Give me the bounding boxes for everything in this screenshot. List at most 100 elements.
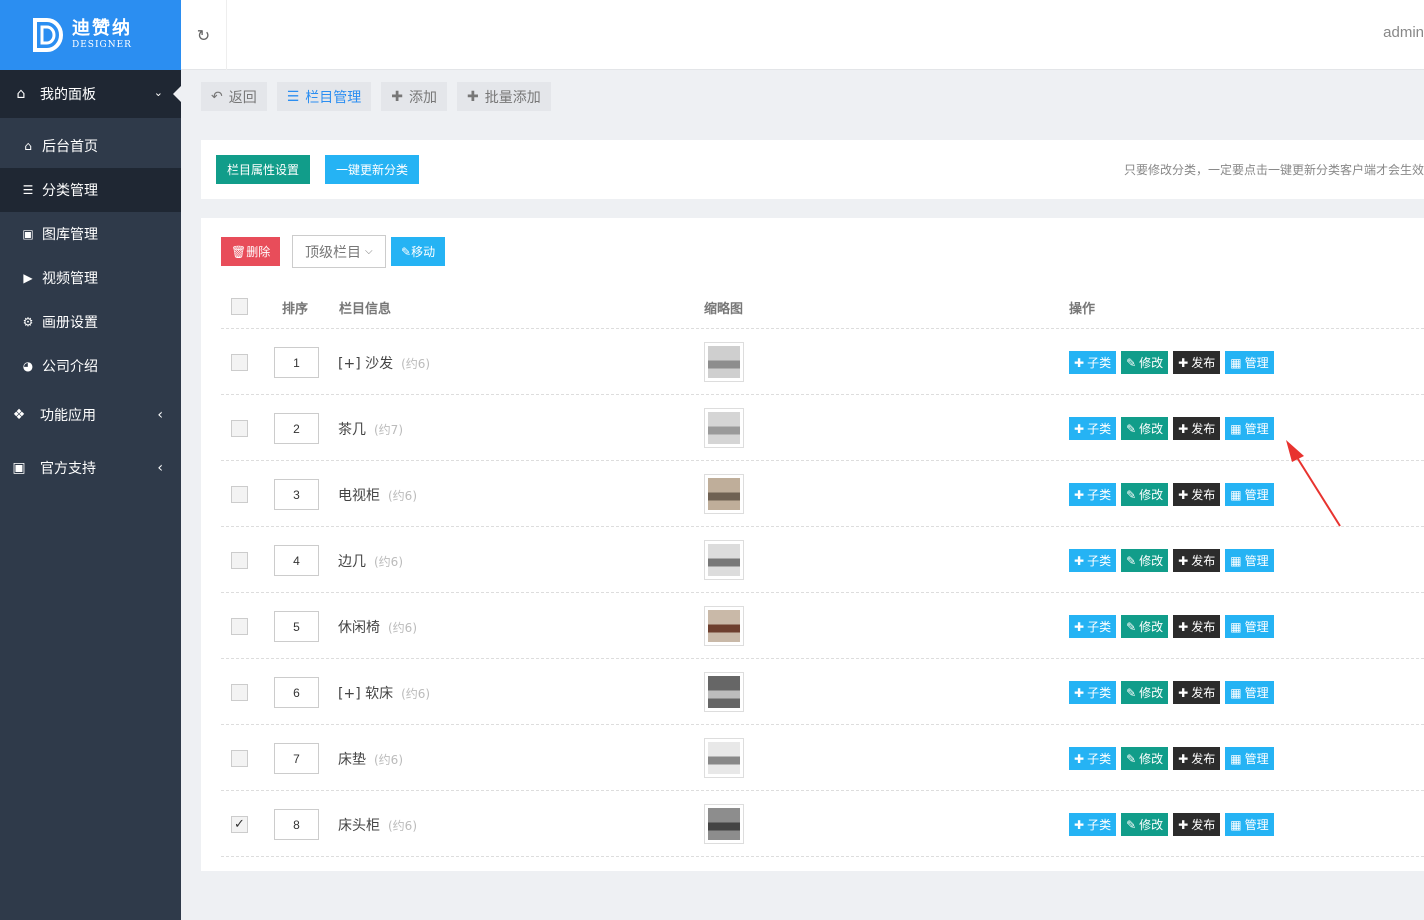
attr-settings-button[interactable]: 栏目属性设置 xyxy=(216,155,311,184)
sidebar-item-category[interactable]: ☰ 分类管理 xyxy=(0,168,181,212)
category-name[interactable]: 边几 (约6) xyxy=(338,551,403,571)
category-thumbnail[interactable] xyxy=(704,342,744,382)
category-thumbnail[interactable] xyxy=(704,540,744,580)
category-name[interactable]: [+] 软床 (约6) xyxy=(338,683,430,703)
row-checkbox[interactable] xyxy=(231,354,248,371)
category-thumbnail[interactable] xyxy=(704,474,744,514)
category-thumbnail[interactable] xyxy=(704,738,744,778)
edit-button[interactable]: ✎ 修改 xyxy=(1121,615,1169,638)
brand-name: 迪赞纳 xyxy=(72,18,132,39)
publish-button[interactable]: ✚ 发布 xyxy=(1173,813,1221,836)
category-thumbnail[interactable] xyxy=(704,408,744,448)
manage-button[interactable]: ▦ 管理 xyxy=(1225,615,1274,638)
sidebar-group-features[interactable]: ❖ 功能应用 ‹ xyxy=(0,388,181,441)
category-title: [+] 沙发 xyxy=(338,356,394,372)
sidebar-item-gallery[interactable]: ▣ 图库管理 xyxy=(0,212,181,256)
back-button[interactable]: ↶ 返回 xyxy=(201,82,267,111)
category-name[interactable]: 茶几 (约7) xyxy=(338,419,403,439)
sidebar-item-album-settings[interactable]: ⚙ 画册设置 xyxy=(0,300,181,344)
edit-button[interactable]: ✎ 修改 xyxy=(1121,351,1169,374)
category-name[interactable]: [+] 沙发 (约6) xyxy=(338,353,430,373)
manage-button[interactable]: ▦ 管理 xyxy=(1225,549,1274,572)
category-name[interactable]: 床头柜 (约6) xyxy=(338,815,417,835)
op-label: 修改 xyxy=(1139,818,1164,832)
sidebar-item-label: 公司介绍 xyxy=(42,359,98,375)
sidebar-group-support[interactable]: ▣ 官方支持 ‹ xyxy=(0,441,181,494)
add-subcategory-button[interactable]: ✚ 子类 xyxy=(1069,549,1117,572)
publish-button[interactable]: ✚ 发布 xyxy=(1173,351,1221,374)
parent-column-select[interactable]: 顶级栏目 ⌵ xyxy=(292,235,386,268)
add-subcategory-button[interactable]: ✚ 子类 xyxy=(1069,681,1117,704)
manage-button[interactable]: ▦ 管理 xyxy=(1225,351,1274,374)
user-name[interactable]: admin xyxy=(1383,24,1424,41)
category-name[interactable]: 床垫 (约6) xyxy=(338,749,403,769)
add-subcategory-button[interactable]: ✚ 子类 xyxy=(1069,813,1117,836)
add-subcategory-button[interactable]: ✚ 子类 xyxy=(1069,417,1117,440)
sidebar-top-my-panel[interactable]: ⌂ 我的面板 ⌄ xyxy=(0,70,181,118)
order-input[interactable]: 5 xyxy=(274,611,319,642)
batch-add-button[interactable]: ✚ 批量添加 xyxy=(457,82,551,111)
category-thumbnail[interactable] xyxy=(704,606,744,646)
publish-button[interactable]: ✚ 发布 xyxy=(1173,681,1221,704)
add-button[interactable]: ✚ 添加 xyxy=(381,82,448,111)
delete-button[interactable]: 🗑 删除 xyxy=(221,237,281,266)
brand-logo[interactable]: 迪赞纳 DESIGNER xyxy=(0,0,181,70)
sidebar-item-video[interactable]: ▶ 视频管理 xyxy=(0,256,181,300)
grid-icon: ▦ xyxy=(1230,421,1242,436)
sidebar-item-company[interactable]: ◕ 公司介绍 xyxy=(0,344,181,388)
column-manage-button[interactable]: ☰ 栏目管理 xyxy=(276,82,372,111)
row-checkbox[interactable] xyxy=(231,618,248,635)
category-name[interactable]: 休闲椅 (约6) xyxy=(338,617,417,637)
row-checkbox[interactable] xyxy=(231,420,248,437)
edit-button[interactable]: ✎ 修改 xyxy=(1121,549,1169,572)
edit-button[interactable]: ✎ 修改 xyxy=(1121,813,1169,836)
publish-button[interactable]: ✚ 发布 xyxy=(1173,615,1221,638)
manage-button[interactable]: ▦ 管理 xyxy=(1225,681,1274,704)
manage-button[interactable]: ▦ 管理 xyxy=(1225,813,1274,836)
row-checkbox[interactable] xyxy=(231,750,248,767)
manage-button[interactable]: ▦ 管理 xyxy=(1225,747,1274,770)
row-checkbox[interactable]: ✓ xyxy=(231,816,248,833)
sidebar-top-label: 我的面板 xyxy=(40,87,96,103)
category-name[interactable]: 电视柜 (约6) xyxy=(338,485,417,505)
edit-button[interactable]: ✎ 修改 xyxy=(1121,681,1169,704)
publish-button[interactable]: ✚ 发布 xyxy=(1173,549,1221,572)
add-subcategory-button[interactable]: ✚ 子类 xyxy=(1069,351,1117,374)
move-button[interactable]: ✎ 移动 xyxy=(391,237,446,266)
add-subcategory-button[interactable]: ✚ 子类 xyxy=(1069,615,1117,638)
order-input[interactable]: 7 xyxy=(274,743,319,774)
select-all-checkbox[interactable] xyxy=(231,298,248,315)
publish-button[interactable]: ✚ 发布 xyxy=(1173,417,1221,440)
refresh-icon[interactable]: ↻ xyxy=(181,0,227,70)
order-input[interactable]: 1 xyxy=(274,347,319,378)
category-title: 茶几 xyxy=(338,422,366,438)
row-checkbox[interactable] xyxy=(231,552,248,569)
op-label: 发布 xyxy=(1191,422,1216,436)
row-checkbox[interactable] xyxy=(231,684,248,701)
thumbnail-image xyxy=(708,346,740,378)
delete-label: 删除 xyxy=(246,245,271,259)
add-subcategory-button[interactable]: ✚ 子类 xyxy=(1069,483,1117,506)
edit-button[interactable]: ✎ 修改 xyxy=(1121,747,1169,770)
add-subcategory-button[interactable]: ✚ 子类 xyxy=(1069,747,1117,770)
row-checkbox[interactable] xyxy=(231,486,248,503)
order-input[interactable]: 4 xyxy=(274,545,319,576)
category-thumbnail[interactable] xyxy=(704,672,744,712)
grid-icon: ▦ xyxy=(1230,487,1242,502)
manage-button[interactable]: ▦ 管理 xyxy=(1225,417,1274,440)
op-label: 修改 xyxy=(1139,488,1164,502)
update-categories-button[interactable]: 一键更新分类 xyxy=(325,155,420,184)
order-input[interactable]: 6 xyxy=(274,677,319,708)
manage-button[interactable]: ▦ 管理 xyxy=(1225,483,1274,506)
category-actions-panel: 栏目属性设置 一键更新分类 只要修改分类，一定要点击一键更新分类客户端才会生效 xyxy=(201,140,1424,199)
plus-icon: ✚ xyxy=(1074,355,1085,370)
order-input[interactable]: 2 xyxy=(274,413,319,444)
category-thumbnail[interactable] xyxy=(704,804,744,844)
order-input[interactable]: 3 xyxy=(274,479,319,510)
sidebar-item-dashboard[interactable]: ⌂ 后台首页 xyxy=(0,124,181,168)
publish-button[interactable]: ✚ 发布 xyxy=(1173,747,1221,770)
edit-button[interactable]: ✎ 修改 xyxy=(1121,417,1169,440)
publish-button[interactable]: ✚ 发布 xyxy=(1173,483,1221,506)
order-input[interactable]: 8 xyxy=(274,809,319,840)
edit-button[interactable]: ✎ 修改 xyxy=(1121,483,1169,506)
